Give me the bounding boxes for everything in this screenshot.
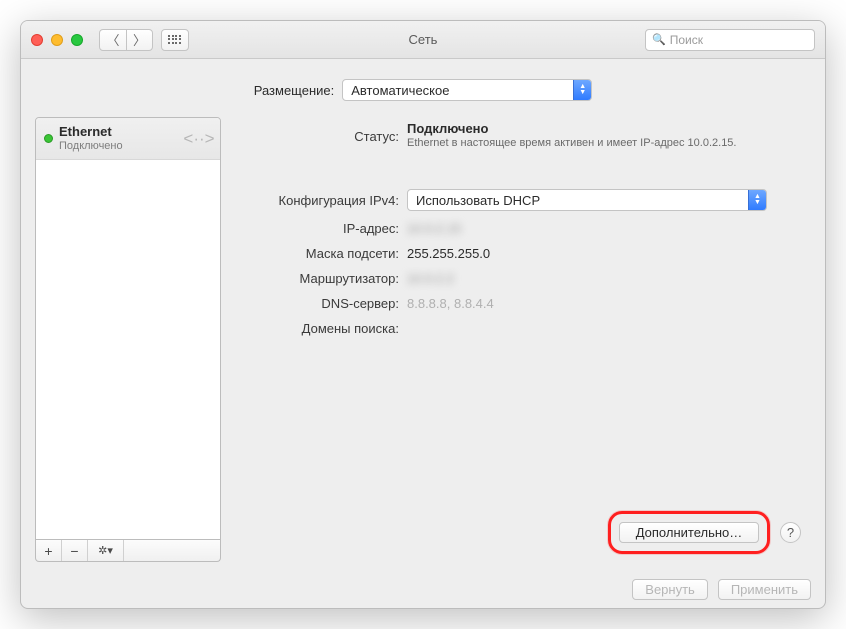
- gear-icon: ✲▾: [98, 544, 113, 557]
- highlight-box: Дополнительно…: [608, 511, 770, 554]
- minimize-icon[interactable]: [51, 34, 63, 46]
- chevron-updown-icon: ▲▼: [573, 80, 591, 100]
- chevron-left-icon: 〈: [106, 30, 119, 49]
- nav-back-forward: 〈 〉: [99, 29, 153, 51]
- subnet-mask-label: Маска подсети:: [239, 246, 399, 261]
- ipv4-config-label: Конфигурация IPv4:: [239, 193, 399, 208]
- status-label: Статус:: [239, 129, 399, 144]
- dns-server-value: 8.8.8.8, 8.8.4.4: [407, 296, 811, 311]
- ip-address-label: IP-адрес:: [239, 221, 399, 236]
- help-button[interactable]: ?: [780, 522, 801, 543]
- zoom-icon[interactable]: [71, 34, 83, 46]
- titlebar: 〈 〉 Сеть 🔍 Поиск: [21, 21, 825, 59]
- minus-icon: −: [70, 543, 78, 559]
- window-controls: [31, 34, 83, 46]
- apply-button[interactable]: Применить: [718, 579, 811, 600]
- ipv4-config-dropdown[interactable]: Использовать DHCP ▲▼: [407, 189, 767, 211]
- status-value: Подключено: [407, 121, 811, 136]
- back-button[interactable]: 〈: [100, 30, 126, 50]
- search-domains-label: Домены поиска:: [239, 321, 399, 336]
- help-icon: ?: [787, 525, 794, 540]
- content: Ethernet Подключено <··> + − ✲▾ Статус: …: [21, 117, 825, 570]
- add-service-button[interactable]: +: [36, 540, 62, 561]
- service-status: Подключено: [59, 139, 123, 153]
- service-name: Ethernet: [59, 125, 123, 139]
- service-list: Ethernet Подключено <··>: [35, 117, 221, 540]
- router-label: Маршрутизатор:: [239, 271, 399, 286]
- ipv4-config-value: Использовать DHCP: [416, 193, 540, 208]
- location-value: Автоматическое: [351, 83, 449, 98]
- plus-icon: +: [44, 543, 52, 559]
- advanced-row: Дополнительно… ?: [608, 511, 801, 554]
- dns-server-label: DNS-сервер:: [239, 296, 399, 311]
- search-input[interactable]: 🔍 Поиск: [645, 29, 815, 51]
- status-description: Ethernet в настоящее время активен и име…: [407, 136, 767, 151]
- remove-service-button[interactable]: −: [62, 540, 88, 561]
- chevron-right-icon: 〉: [133, 30, 146, 49]
- search-placeholder: Поиск: [670, 33, 703, 47]
- footer: Вернуть Применить: [21, 570, 825, 608]
- ip-address-value: 10.0.2.15: [407, 221, 461, 236]
- show-all-button[interactable]: [161, 29, 189, 51]
- details-form: Статус: Подключено Ethernet в настоящее …: [239, 121, 811, 336]
- subnet-mask-value: 255.255.255.0: [407, 246, 811, 261]
- advanced-button[interactable]: Дополнительно…: [619, 522, 759, 543]
- revert-button[interactable]: Вернуть: [632, 579, 708, 600]
- chevron-updown-icon: ▲▼: [748, 190, 766, 210]
- grid-icon: [168, 35, 182, 45]
- location-row: Размещение: Автоматическое ▲▼: [21, 59, 825, 117]
- forward-button[interactable]: 〉: [126, 30, 152, 50]
- close-icon[interactable]: [31, 34, 43, 46]
- network-preferences-window: 〈 〉 Сеть 🔍 Поиск Размещение:: [20, 20, 826, 609]
- status-dot-icon: [44, 134, 53, 143]
- router-value: 10.0.2.2: [407, 271, 454, 286]
- service-item-ethernet[interactable]: Ethernet Подключено <··>: [36, 118, 220, 160]
- location-label: Размещение:: [254, 83, 335, 98]
- service-action-menu[interactable]: ✲▾: [88, 540, 124, 561]
- service-list-toolbar: + − ✲▾: [35, 540, 221, 562]
- search-icon: 🔍: [652, 33, 666, 46]
- location-dropdown[interactable]: Автоматическое ▲▼: [342, 79, 592, 101]
- ethernet-icon: <··>: [186, 126, 212, 152]
